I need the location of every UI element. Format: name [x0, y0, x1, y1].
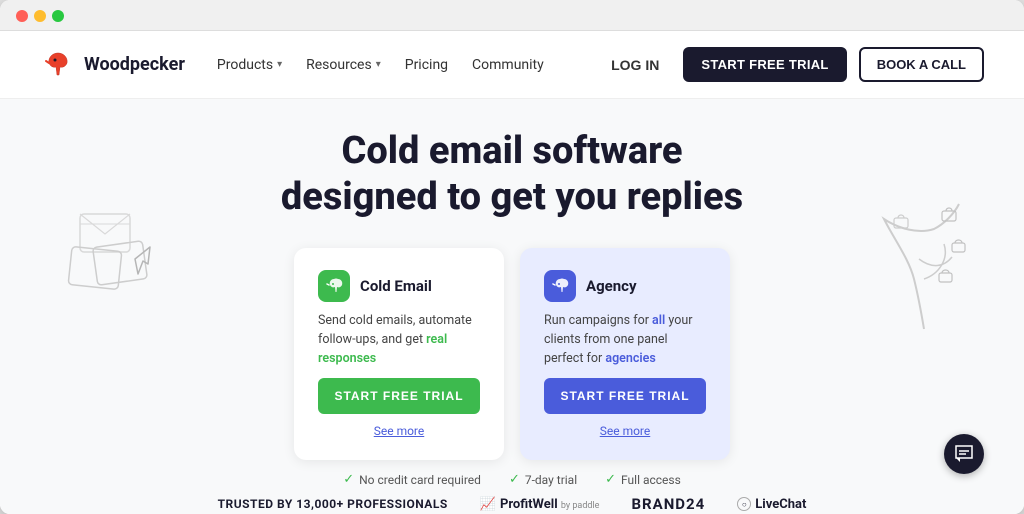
nav-links: Products ▾ Resources ▾ Pricing Community — [217, 57, 599, 73]
bottom-info: ✓ No credit card required ✓ 7-day trial … — [343, 472, 681, 487]
agency-card-header: Agency — [544, 270, 706, 302]
products-chevron-icon: ▾ — [277, 59, 282, 70]
agency-card: Agency Run campaigns for all your client… — [520, 248, 730, 460]
hero-title: Cold email software designed to get you … — [281, 129, 743, 220]
navbar: Woodpecker Products ▾ Resources ▾ Pricin… — [0, 31, 1024, 99]
agency-trial-button[interactable]: START FREE TRIAL — [544, 378, 706, 414]
nav-community[interactable]: Community — [472, 57, 544, 73]
nav-pricing[interactable]: Pricing — [405, 57, 448, 73]
dot-minimize[interactable] — [34, 10, 46, 22]
check-icon-3: ✓ — [605, 472, 616, 487]
dot-maximize[interactable] — [52, 10, 64, 22]
resources-chevron-icon: ▾ — [376, 59, 381, 70]
logo-text: Woodpecker — [84, 54, 185, 75]
deco-right-illustration — [844, 179, 974, 343]
trusted-label: TRUSTED BY 13,000+ PROFESSIONALS — [218, 497, 448, 511]
agency-highlight-2: agencies — [605, 351, 655, 366]
cold-email-trial-button[interactable]: START FREE TRIAL — [318, 378, 480, 414]
browser-window: Woodpecker Products ▾ Resources ▾ Pricin… — [0, 0, 1024, 514]
info-no-credit-card: ✓ No credit card required — [343, 472, 481, 487]
check-icon-2: ✓ — [509, 472, 520, 487]
book-call-button[interactable]: BOOK A CALL — [859, 47, 984, 82]
cold-email-icon — [318, 270, 350, 302]
login-button[interactable]: LOG IN — [599, 49, 671, 81]
browser-dots — [16, 10, 64, 22]
woodpecker-logo-icon — [40, 47, 76, 83]
nav-actions: LOG IN START FREE TRIAL BOOK A CALL — [599, 47, 984, 82]
brand24-brand: BRAND24 — [631, 495, 705, 513]
browser-chrome — [0, 0, 1024, 31]
main-content: Cold email software designed to get you … — [0, 99, 1024, 514]
check-icon-1: ✓ — [343, 472, 354, 487]
cold-email-card: Cold Email Send cold emails, automate fo… — [294, 248, 504, 460]
cards-container: Cold Email Send cold emails, automate fo… — [294, 248, 730, 460]
agency-desc: Run campaigns for all your clients from … — [544, 312, 706, 368]
profitwell-brand: 📈 ProfitWell by paddle — [480, 497, 600, 512]
deco-left-illustration — [60, 199, 180, 303]
info-full-access: ✓ Full access — [605, 472, 681, 487]
dot-close[interactable] — [16, 10, 28, 22]
nav-resources[interactable]: Resources ▾ — [306, 57, 381, 73]
info-7-day-trial: ✓ 7-day trial — [509, 472, 577, 487]
cold-email-highlight: real responses — [318, 332, 447, 366]
cold-email-title: Cold Email — [360, 277, 432, 295]
livechat-brand: ○ LiveChat — [737, 497, 806, 512]
agency-see-more[interactable]: See more — [544, 424, 706, 438]
agency-title: Agency — [586, 277, 637, 295]
chat-bubble-button[interactable] — [944, 434, 984, 474]
nav-trial-button[interactable]: START FREE TRIAL — [683, 47, 846, 82]
cold-email-see-more[interactable]: See more — [318, 424, 480, 438]
cold-email-desc: Send cold emails, automate follow-ups, a… — [318, 312, 480, 368]
browser-content: Woodpecker Products ▾ Resources ▾ Pricin… — [0, 31, 1024, 514]
nav-logo[interactable]: Woodpecker — [40, 47, 185, 83]
cold-email-card-header: Cold Email — [318, 270, 480, 302]
nav-products[interactable]: Products ▾ — [217, 57, 282, 73]
trusted-bar: TRUSTED BY 13,000+ PROFESSIONALS 📈 Profi… — [218, 495, 807, 513]
agency-highlight-1: all — [652, 313, 665, 328]
agency-icon — [544, 270, 576, 302]
